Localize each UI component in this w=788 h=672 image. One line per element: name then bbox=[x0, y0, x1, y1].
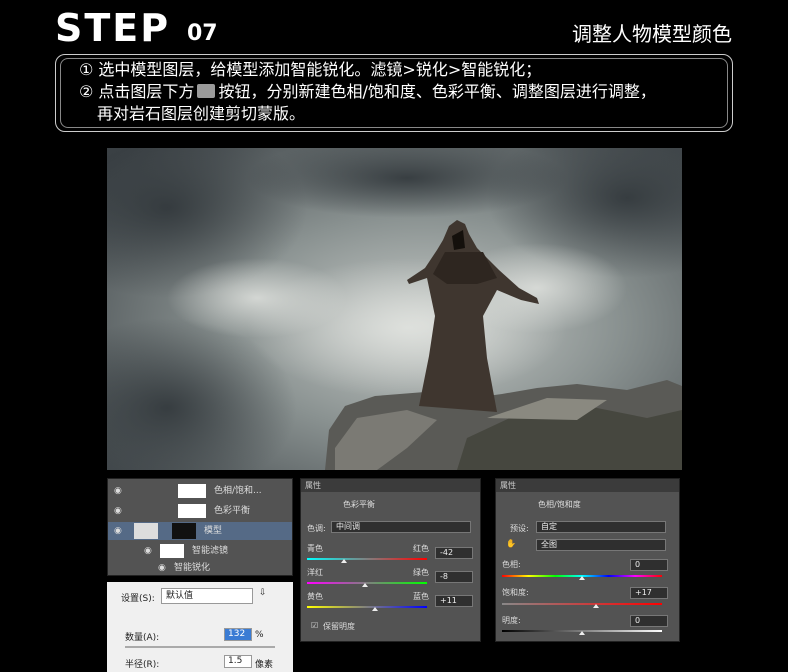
panel-title: 色相/饱和度 bbox=[538, 500, 581, 509]
amount-slider[interactable] bbox=[125, 646, 275, 648]
amount-label: 数量(A): bbox=[125, 633, 160, 643]
step-title: STEP bbox=[55, 6, 171, 50]
yellow-blue-value[interactable]: +11 bbox=[435, 595, 473, 607]
settings-select[interactable]: 默认值 bbox=[161, 588, 253, 604]
eye-icon[interactable]: ◉ bbox=[114, 482, 122, 500]
light-label: 明度: bbox=[502, 616, 521, 625]
layer-smart-sharpen[interactable]: ◉ 智能锐化 bbox=[108, 559, 292, 577]
slider-knob[interactable] bbox=[362, 583, 368, 587]
tone-label: 色调: bbox=[307, 524, 326, 533]
light-value[interactable]: 0 bbox=[630, 615, 668, 627]
step-number: 07 bbox=[187, 21, 218, 46]
magenta-label: 洋红 bbox=[307, 568, 323, 577]
hue-label: 色相: bbox=[502, 560, 521, 569]
filter-mask-thumb bbox=[160, 544, 184, 558]
amount-unit: % bbox=[255, 630, 264, 640]
cyan-label: 青色 bbox=[307, 544, 323, 553]
layer-model[interactable]: ◉ 模型 bbox=[108, 522, 292, 540]
layer-thumb bbox=[134, 523, 158, 539]
hue-value[interactable]: 0 bbox=[630, 559, 668, 571]
instruction-line-2b: 按钮，分别新建色相/饱和度、色彩平衡、调整图层进行调整， bbox=[218, 82, 656, 101]
save-preset-icon[interactable]: ⇩ bbox=[259, 588, 267, 598]
slider-knob[interactable] bbox=[579, 576, 585, 580]
instruction-inner: ① 选中模型图层，给模型添加智能锐化。滤镜>锐化>智能锐化； ② 点击图层下方 按… bbox=[60, 58, 728, 128]
color-balance-panel: 属性 色彩平衡 色调: 中间调 青色 红色 -42 洋红 绿色 -8 黄色 蓝色… bbox=[300, 478, 481, 642]
eye-icon[interactable]: ◉ bbox=[144, 542, 152, 560]
scene-illustration bbox=[107, 148, 682, 470]
yellow-blue-slider[interactable] bbox=[307, 606, 427, 608]
channel-select[interactable]: 全图 bbox=[536, 539, 666, 551]
properties-tab[interactable]: 属性 bbox=[496, 479, 679, 492]
instruction-line-2: ② 点击图层下方 按钮，分别新建色相/饱和度、色彩平衡、调整图层进行调整， bbox=[79, 81, 656, 103]
layer-mask-thumb bbox=[172, 523, 196, 539]
preserve-checkbox[interactable]: ☑ bbox=[311, 621, 318, 630]
layer-name: 智能滤镜 bbox=[192, 546, 229, 556]
layer-smart-filter[interactable]: ◉ 智能滤镜 bbox=[108, 542, 292, 560]
yellow-label: 黄色 bbox=[307, 592, 323, 601]
preset-label: 预设: bbox=[510, 524, 529, 533]
hue-sat-panel: 属性 色相/饱和度 预设: 自定 ✋ 全图 色相: 0 饱和度: +17 明度:… bbox=[495, 478, 680, 642]
settings-label: 设置(S): bbox=[121, 594, 155, 604]
eye-icon[interactable]: ◉ bbox=[158, 559, 166, 577]
preset-select[interactable]: 自定 bbox=[536, 521, 666, 533]
cyan-red-value[interactable]: -42 bbox=[435, 547, 473, 559]
properties-tab[interactable]: 属性 bbox=[301, 479, 480, 492]
layer-name: 模型 bbox=[204, 526, 223, 536]
layer-name: 色彩平衡 bbox=[214, 506, 251, 516]
slider-knob[interactable] bbox=[372, 607, 378, 611]
preserve-label: 保留明度 bbox=[323, 622, 355, 631]
radius-label: 半径(R): bbox=[125, 660, 160, 670]
layer-color-balance[interactable]: ◉ 色彩平衡 bbox=[108, 502, 292, 520]
smart-sharpen-dialog: 设置(S): 默认值 ⇩ 数量(A): 132 % 半径(R): 1.5 像素 bbox=[107, 582, 293, 672]
instruction-line-1: ① 选中模型图层，给模型添加智能锐化。滤镜>锐化>智能锐化； bbox=[79, 60, 542, 79]
layer-name: 智能锐化 bbox=[174, 563, 211, 573]
blue-label: 蓝色 bbox=[413, 592, 429, 601]
eye-icon[interactable]: ◉ bbox=[114, 502, 122, 520]
cyan-red-slider[interactable] bbox=[307, 558, 427, 560]
layer-mask-thumb bbox=[178, 484, 206, 498]
amount-input[interactable]: 132 bbox=[224, 628, 252, 641]
layer-mask-thumb bbox=[178, 504, 206, 518]
radius-unit: 像素 bbox=[255, 660, 274, 670]
panel-title: 色彩平衡 bbox=[343, 500, 375, 509]
adjustment-layer-icon bbox=[197, 84, 216, 98]
layer-name: 色相/饱和... bbox=[214, 486, 262, 496]
slider-knob[interactable] bbox=[579, 631, 585, 635]
red-label: 红色 bbox=[413, 544, 429, 553]
scene-photo bbox=[107, 148, 682, 470]
eye-icon[interactable]: ◉ bbox=[114, 522, 122, 540]
layers-panel: ◉ 色相/饱和... ◉ 色彩平衡 ◉ 模型 ◉ 智能滤镜 ◉ 智能锐化 bbox=[107, 478, 293, 576]
slider-knob[interactable] bbox=[341, 559, 347, 563]
tone-select[interactable]: 中间调 bbox=[331, 521, 471, 533]
hand-icon[interactable]: ✋ bbox=[506, 539, 516, 548]
instruction-line-3: 再对岩石图层创建剪切蒙版。 bbox=[97, 104, 306, 123]
section-title: 调整人物模型颜色 bbox=[572, 22, 732, 46]
instruction-line-2a: ② 点击图层下方 bbox=[79, 82, 195, 101]
sat-label: 饱和度: bbox=[502, 588, 529, 597]
green-label: 绿色 bbox=[413, 568, 429, 577]
radius-input[interactable]: 1.5 bbox=[224, 655, 252, 668]
layer-hue-sat[interactable]: ◉ 色相/饱和... bbox=[108, 482, 292, 500]
sat-slider[interactable] bbox=[502, 603, 662, 605]
sat-value[interactable]: +17 bbox=[630, 587, 668, 599]
magenta-green-value[interactable]: -8 bbox=[435, 571, 473, 583]
slider-knob[interactable] bbox=[593, 604, 599, 608]
